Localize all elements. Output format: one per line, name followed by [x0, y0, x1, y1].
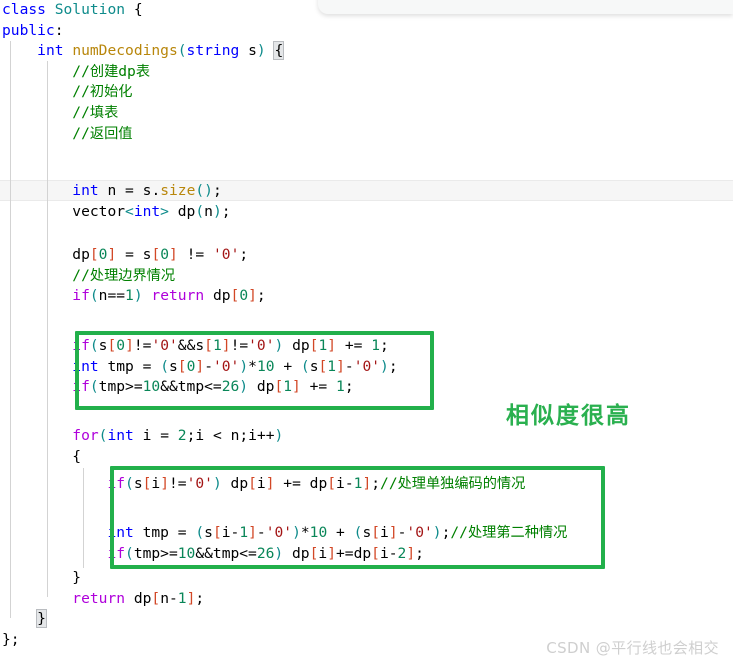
code-line-28: }	[36, 609, 47, 629]
csdn-watermark: CSDN @平行线也会相交	[546, 639, 719, 657]
code-line-9: int n = s.size();	[72, 182, 222, 199]
code-line-14: if(n==1) return dp[0];	[72, 287, 266, 305]
code-line-3: int numDecodings(string s) {	[37, 41, 285, 61]
code-line-27: return dp[n-1];	[72, 589, 205, 607]
highlight-box-initialization	[75, 331, 434, 410]
code-line-21: {	[72, 447, 82, 465]
code-line-20: for(int i = 2;i < n;i++)	[72, 427, 284, 444]
code-line-2: public:	[2, 21, 64, 39]
code-line-4: //创建dp表	[2, 62, 151, 80]
similarity-annotation: 相似度很高	[506, 402, 631, 429]
code-line-10: vector<int> dp(n);	[72, 202, 231, 220]
code-line-12: dp[0] = s[0] != '0';	[72, 246, 249, 263]
top-floating-panel	[318, 0, 733, 14]
code-line-26: }	[72, 569, 82, 586]
code-line-5: //初始化	[2, 83, 133, 101]
code-line-29: };	[2, 630, 20, 648]
code-line-13: //处理边界情况	[2, 266, 176, 284]
code-line-6: //填表	[2, 104, 119, 121]
code-line-7: //返回值	[2, 124, 133, 142]
code-line-1: class Solution {	[2, 1, 143, 18]
highlight-box-loop-body	[110, 466, 605, 569]
